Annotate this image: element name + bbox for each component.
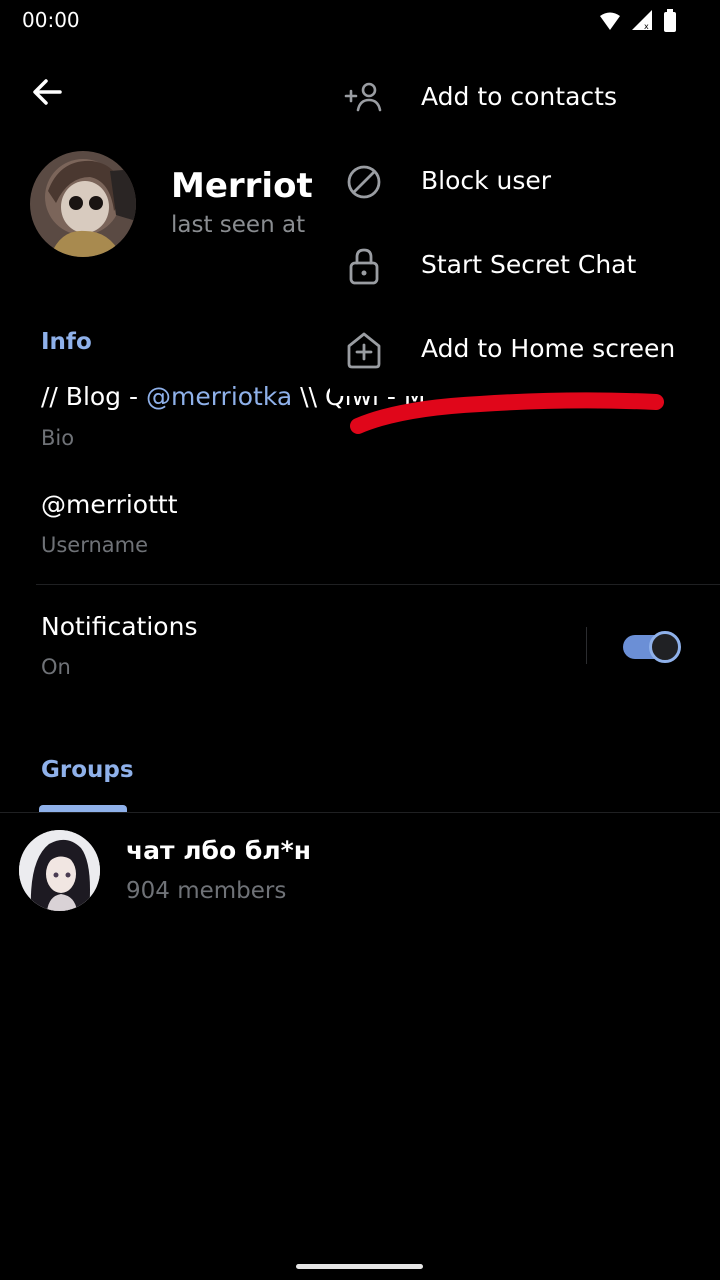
add-home-icon — [347, 332, 381, 369]
redaction-scribble — [350, 392, 664, 434]
back-button[interactable] — [28, 72, 68, 112]
username-value[interactable]: @merriottt — [41, 490, 178, 519]
status-time: 00:00 — [22, 8, 80, 32]
battery-icon — [664, 12, 676, 32]
add-person-icon — [344, 82, 382, 112]
bio-label: Bio — [41, 426, 75, 450]
notifications-toggle[interactable] — [623, 631, 683, 663]
tab-divider — [0, 812, 720, 813]
menu-item-block-user[interactable]: Block user — [330, 140, 720, 224]
lock-icon — [349, 248, 379, 285]
menu-label: Block user — [421, 166, 552, 195]
menu-label: Add to Home screen — [421, 334, 676, 363]
group-name: чат лбо бл*н — [126, 836, 311, 865]
username-label: Username — [41, 533, 149, 557]
svg-text:x: x — [644, 22, 649, 31]
menu-item-start-secret-chat[interactable]: Start Secret Chat — [330, 224, 720, 308]
notifications-title[interactable]: Notifications — [41, 612, 197, 641]
divider — [36, 584, 720, 585]
status-icons: x — [600, 9, 676, 32]
last-seen-status: last seen at 0 — [171, 212, 313, 238]
notifications-state: On — [41, 655, 71, 679]
block-icon — [347, 165, 381, 199]
vertical-separator — [586, 627, 587, 664]
signal-icon — [632, 10, 652, 30]
toggle-thumb — [649, 631, 681, 663]
group-members-count: 904 members — [126, 878, 287, 904]
wifi-icon — [600, 12, 620, 30]
bio-link[interactable]: @merriotka — [146, 382, 292, 411]
profile-name: Merriot — [171, 166, 313, 206]
overflow-menu: Add to contacts Block user Start Secret … — [330, 56, 720, 396]
menu-label: Start Secret Chat — [421, 250, 637, 279]
tab-groups[interactable]: Groups — [41, 757, 134, 783]
menu-item-add-to-contacts[interactable]: Add to contacts — [330, 56, 720, 140]
home-indicator[interactable] — [296, 1264, 423, 1269]
profile-avatar[interactable] — [30, 151, 136, 257]
bio-prefix: // Blog - — [41, 382, 146, 411]
group-list-item[interactable]: чат лбо бл*н 904 members — [0, 818, 720, 922]
info-section-title: Info — [41, 329, 92, 355]
menu-label: Add to contacts — [421, 82, 617, 111]
arrow-left-icon — [33, 79, 62, 105]
group-avatar — [19, 830, 100, 911]
